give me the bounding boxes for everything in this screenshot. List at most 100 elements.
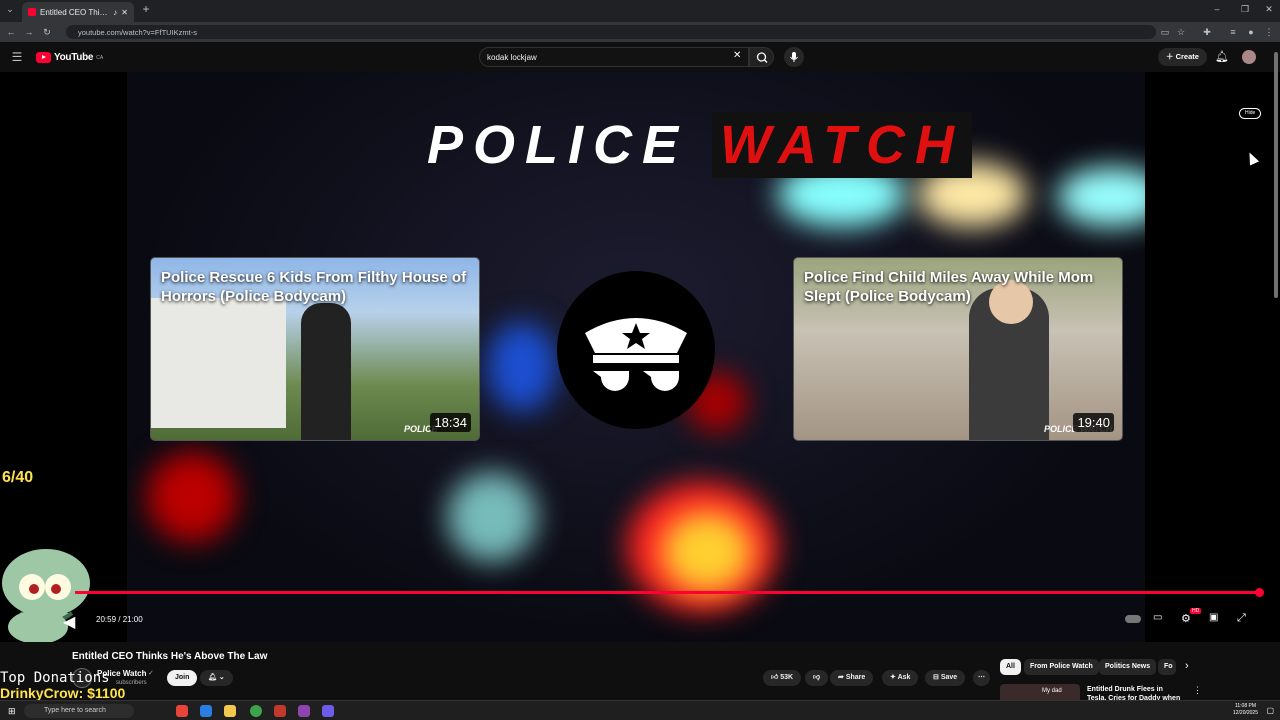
hd-badge: HD (1190, 608, 1202, 614)
donations-heading: Top Donations (0, 670, 110, 686)
windows-start-icon[interactable]: ⊞ (8, 706, 16, 717)
squidward-mascot-image (0, 547, 92, 642)
profile-icon[interactable]: ● (1244, 22, 1258, 42)
browser-tab-bar: ⌄ Entitled CEO Thinks He's A... ♪ ✕ + – … (0, 0, 1280, 22)
donations-overlay: Top Donations DrinkyCrow: $1100 (0, 671, 125, 701)
chips-next-icon[interactable]: › (1185, 660, 1189, 672)
end-card-duration: 18:34 (430, 413, 471, 432)
theater-mode-icon[interactable]: ▣ (1209, 612, 1223, 626)
fullscreen-icon[interactable]: ⤢ (1237, 612, 1251, 626)
new-tab-icon[interactable]: + (139, 0, 153, 19)
end-card-title: Police Find Child Miles Away While Mom S… (804, 269, 1094, 305)
ask-button[interactable]: ✦ Ask (882, 670, 919, 686)
join-label: Join (175, 674, 190, 681)
progress-scrubber[interactable] (1255, 588, 1264, 597)
cast-icon[interactable]: ▭ (1158, 22, 1172, 42)
account-avatar[interactable] (1242, 50, 1256, 64)
hide-label: Hide (1245, 110, 1256, 116)
youtube-logo-text: YouTube (54, 52, 94, 63)
join-button[interactable]: Join (167, 670, 198, 686)
create-label: Create (1175, 52, 1199, 61)
windows-taskbar: ⊞ Type here to search 11:08 PM 12/20/202… (0, 700, 1280, 720)
dislike-button[interactable]: 👎︎ (805, 670, 829, 686)
taskbar-clock[interactable]: 11:08 PM 12/20/2025 (1233, 703, 1258, 717)
top-donor: DrinkyCrow: $1100 (0, 685, 126, 701)
media-icon[interactable]: ≡ (1226, 22, 1240, 42)
time-display: 20:59 / 21:00 (96, 615, 143, 624)
subscribed-bell-button[interactable]: 🔔︎ ⌄ (200, 670, 233, 686)
light-blob (1057, 167, 1145, 227)
plus-icon: ＋ (1166, 52, 1176, 61)
like-count: 53K (780, 674, 794, 681)
minimize-icon[interactable]: – (1210, 0, 1224, 19)
end-card-video[interactable]: Police Rescue 6 Kids From Filthy House o… (150, 257, 480, 441)
save-label: Save (940, 674, 958, 681)
youtube-play-icon (36, 52, 51, 63)
create-button[interactable]: ＋ Create (1158, 48, 1207, 66)
logo-text-police: POLICE (427, 115, 689, 175)
ask-label: Ask (897, 674, 911, 681)
subtitles-icon[interactable]: ▭ (1153, 612, 1167, 626)
microphone-icon (790, 52, 798, 62)
video-frame[interactable]: POLICE WATCH Police Rescue 6 Kids From F… (127, 72, 1145, 642)
volume-icon[interactable]: ◀ (63, 612, 77, 631)
stream-counter: 6/40 (2, 469, 34, 486)
share-label: Share (845, 674, 866, 681)
taskbar-app-icon[interactable] (274, 705, 286, 717)
hide-end-cards-button[interactable]: Hide (1239, 108, 1262, 119)
bookmark-star-icon[interactable]: ☆ (1174, 22, 1188, 42)
autoplay-toggle[interactable] (1125, 615, 1141, 623)
clear-search-icon[interactable]: ✕ (733, 50, 741, 61)
search-input[interactable]: kodak lockjaw (479, 47, 749, 67)
notification-center-icon[interactable]: ▢ (1266, 706, 1274, 715)
taskbar-search-input[interactable]: Type here to search (24, 704, 134, 718)
browser-tab-active[interactable]: Entitled CEO Thinks He's A... ♪ ✕ (22, 2, 134, 22)
search-button[interactable] (749, 47, 774, 67)
chip-all[interactable]: All (1000, 659, 1021, 675)
page-scrollbar[interactable] (1274, 52, 1278, 298)
light-blob (147, 452, 237, 542)
tab-audio-icon[interactable]: ♪ (113, 8, 117, 17)
chip-from-channel[interactable]: From Police Watch (1024, 659, 1099, 675)
police-officer-icon (585, 318, 687, 391)
settings-gear-icon[interactable]: ⚙ (1181, 612, 1195, 626)
taskbar-app-icon[interactable] (322, 705, 334, 717)
browser-address-bar: ← → ↻ youtube.com/watch?v=FfTUIKzmt-s ▭ … (0, 22, 1280, 42)
reload-icon[interactable]: ↻ (40, 22, 54, 42)
recommendation-menu-icon[interactable]: ⋮ (1193, 685, 1202, 696)
maximize-icon[interactable]: ❐ (1238, 0, 1252, 19)
youtube-logo[interactable]: YouTube CA (36, 52, 103, 63)
light-blob (662, 512, 752, 592)
chip-truncated[interactable]: Fo (1158, 659, 1176, 675)
chrome-menu-icon[interactable]: ⋮ (1262, 22, 1276, 42)
taskbar-app-icon[interactable] (176, 705, 188, 717)
share-button[interactable]: ➦ Share (830, 670, 874, 686)
region-code: CA (96, 54, 104, 61)
tab-search-icon[interactable]: ⌄ (3, 0, 17, 19)
thumbs-down-icon: 👎︎ (813, 674, 821, 681)
tab-title: Entitled CEO Thinks He's A... (40, 7, 109, 17)
forward-icon[interactable]: → (22, 22, 36, 42)
chrome-browser-icon[interactable] (250, 705, 262, 717)
notifications-bell-icon[interactable]: 🔔︎ (1215, 50, 1229, 63)
share-icon: ➦ (838, 674, 846, 681)
tab-close-icon[interactable]: ✕ (121, 8, 128, 17)
voice-search-button[interactable] (784, 47, 804, 67)
like-button[interactable]: 👍︎ 53K (763, 670, 802, 686)
edge-browser-icon[interactable] (200, 705, 212, 717)
save-button[interactable]: ⊟ Save (925, 670, 966, 686)
file-explorer-icon[interactable] (224, 705, 236, 717)
chip-politics-news[interactable]: Politics News (1099, 659, 1157, 675)
video-player[interactable]: POLICE WATCH Police Rescue 6 Kids From F… (0, 72, 1280, 642)
progress-bar[interactable] (75, 591, 1260, 594)
taskbar-app-icon[interactable] (298, 705, 310, 717)
url-field[interactable]: youtube.com/watch?v=FfTUIKzmt-s (66, 25, 1156, 39)
hamburger-menu-icon[interactable]: ☰ (10, 47, 24, 67)
end-card-video[interactable]: Police Find Child Miles Away While Mom S… (793, 257, 1123, 441)
taskbar-search-placeholder: Type here to search (44, 707, 106, 714)
back-icon[interactable]: ← (4, 22, 18, 42)
extensions-icon[interactable]: ✚ (1200, 22, 1214, 42)
window-close-icon[interactable]: ✕ (1262, 0, 1276, 19)
more-actions-icon[interactable]: ⋯ (973, 670, 990, 686)
channel-emblem (557, 271, 715, 429)
